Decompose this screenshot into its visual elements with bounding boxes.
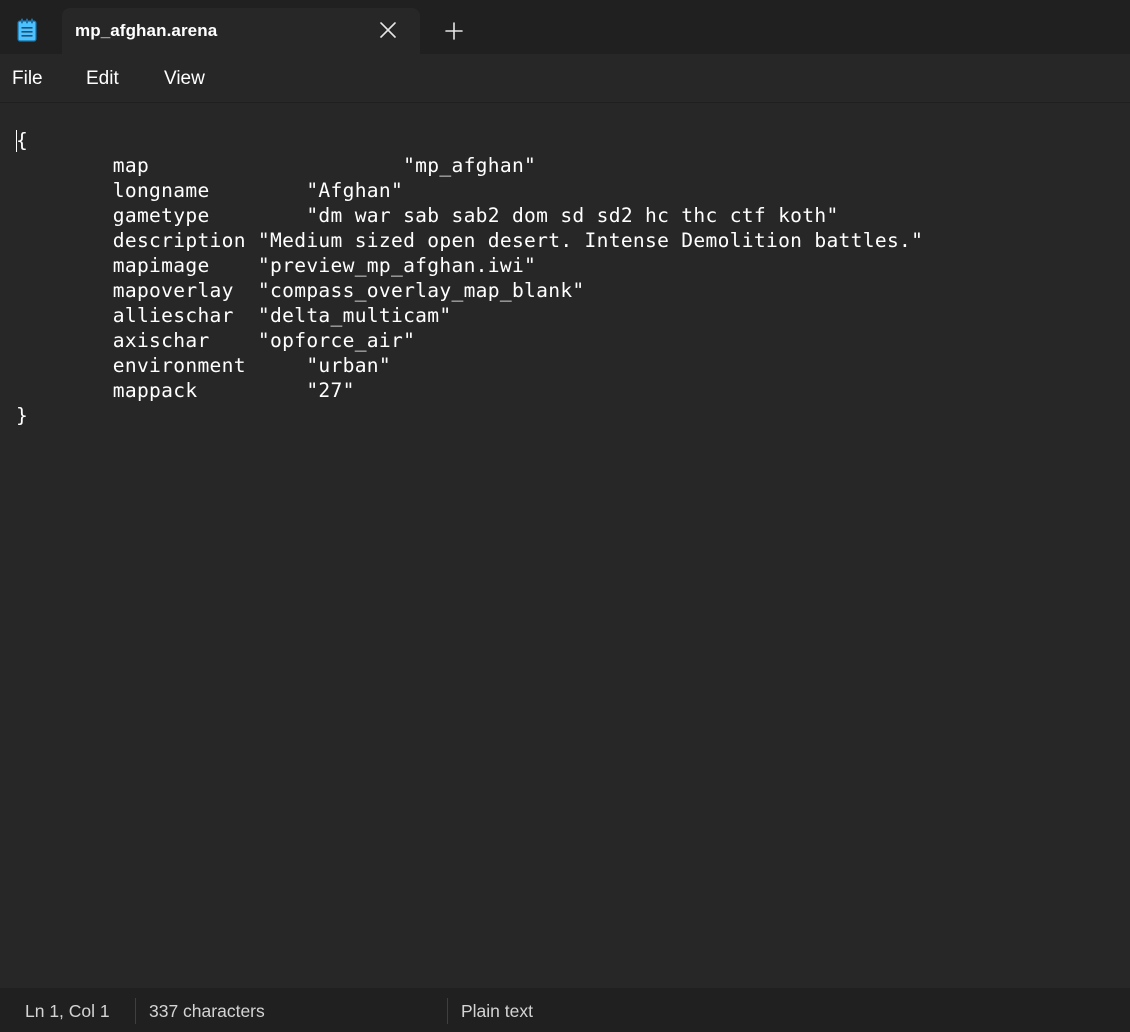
editor-content[interactable]: { map "mp_afghan" longname "Afghan" game… — [16, 128, 923, 428]
status-divider — [447, 998, 448, 1024]
notepad-window: mp_afghan.arena File Edit View { map "mp… — [0, 0, 1130, 1032]
text-editor[interactable]: { map "mp_afghan" longname "Afghan" game… — [0, 102, 1130, 989]
status-format[interactable]: Plain text — [461, 1001, 533, 1022]
notepad-icon — [17, 18, 37, 42]
tab-active[interactable]: mp_afghan.arena — [62, 8, 420, 54]
status-character-count: 337 characters — [149, 1001, 265, 1021]
title-bar: mp_afghan.arena — [0, 0, 1130, 54]
menu-file[interactable]: File — [12, 68, 43, 90]
status-divider — [135, 998, 136, 1024]
tab-title: mp_afghan.arena — [75, 21, 218, 40]
status-cursor-position: Ln 1, Col 1 — [25, 1001, 110, 1021]
plus-icon[interactable] — [442, 19, 466, 43]
menu-bar: File Edit View — [0, 54, 1130, 102]
status-bar: Ln 1, Col 1 337 characters Plain text — [0, 988, 1130, 1032]
menu-edit[interactable]: Edit — [86, 68, 119, 90]
menu-view[interactable]: View — [164, 68, 205, 90]
close-icon[interactable] — [377, 19, 399, 41]
